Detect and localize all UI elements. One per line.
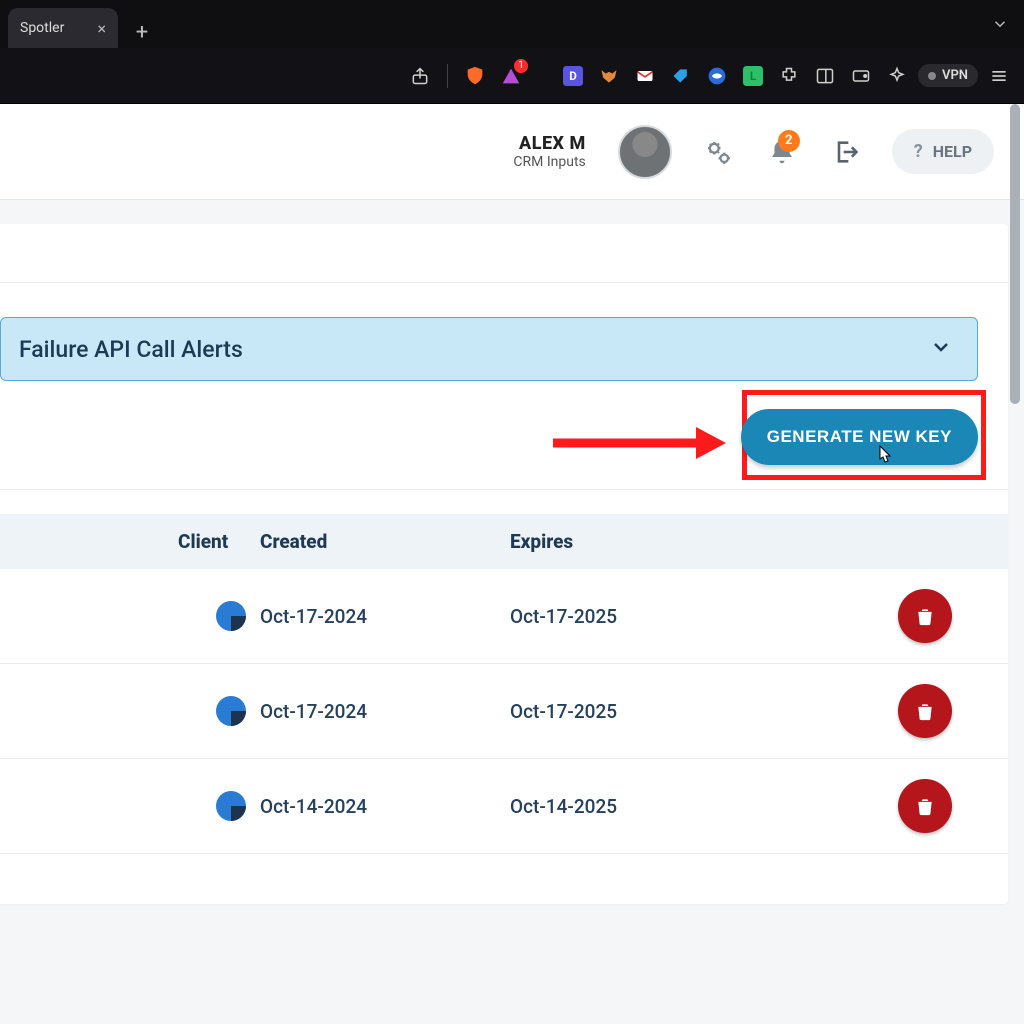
client-icon (214, 694, 248, 728)
tabs-overflow-button[interactable] (984, 0, 1016, 48)
table-header: Client Created Expires (0, 514, 1008, 569)
browser-chrome: Spotler × + 1 D L VPN (0, 0, 1024, 104)
share-icon[interactable] (405, 61, 435, 91)
delete-button[interactable] (898, 684, 952, 738)
vpn-label: VPN (942, 68, 968, 83)
toolbar-separator (447, 64, 448, 88)
generate-row: GENERATE NEW KEY (0, 381, 1008, 490)
new-tab-button[interactable]: + (126, 16, 158, 48)
trash-icon (915, 605, 935, 627)
vpn-status-dot (928, 72, 936, 80)
ext-d-icon[interactable]: D (558, 61, 588, 91)
expires-cell: Oct-17-2025 (510, 700, 898, 723)
created-cell: Oct-17-2024 (260, 605, 510, 628)
table-row: Oct-17-2024 Oct-17-2025 (0, 664, 1008, 759)
svg-text:L: L (750, 69, 757, 83)
extensions-icon[interactable] (774, 61, 804, 91)
api-keys-table: Client Created Expires Oct-17-2024 Oct-1… (0, 514, 1008, 854)
wallet-icon[interactable] (846, 61, 876, 91)
annotation-arrow (548, 423, 728, 463)
settings-icon[interactable] (700, 134, 736, 170)
chevron-down-icon (929, 335, 953, 363)
notification-icon[interactable]: 2 (764, 134, 800, 170)
expires-cell: Oct-14-2025 (510, 795, 898, 818)
expires-cell: Oct-17-2025 (510, 605, 898, 628)
shield-icon[interactable] (460, 61, 490, 91)
client-icon (214, 599, 248, 633)
user-block: ALEX M CRM Inputs (513, 133, 585, 170)
page: ALEX M CRM Inputs 2 ? HELP Failure API C… (0, 104, 1024, 1024)
user-subtitle: CRM Inputs (513, 154, 585, 170)
ext-l-icon[interactable]: L (738, 61, 768, 91)
client-cell (0, 599, 260, 633)
generate-new-key-button[interactable]: GENERATE NEW KEY (741, 409, 978, 465)
sidepanel-icon[interactable] (810, 61, 840, 91)
card-body: Failure API Call Alerts GENERATE NEW KEY (0, 282, 1008, 854)
ext-fox-icon[interactable] (594, 61, 624, 91)
collapse-panel[interactable]: Failure API Call Alerts (0, 317, 978, 381)
logout-icon[interactable] (828, 134, 864, 170)
created-cell: Oct-17-2024 (260, 700, 510, 723)
generate-label: GENERATE NEW KEY (767, 427, 952, 446)
ext-mail-icon[interactable] (630, 61, 660, 91)
sparkle-icon[interactable] (882, 61, 912, 91)
created-cell: Oct-14-2024 (260, 795, 510, 818)
tab-title: Spotler (20, 20, 64, 36)
scrollbar[interactable] (1008, 104, 1022, 1024)
browser-tab[interactable]: Spotler × (8, 8, 118, 48)
app-header: ALEX M CRM Inputs 2 ? HELP (0, 104, 1024, 200)
triangle-ext-icon[interactable]: 1 (496, 61, 526, 91)
client-cell (0, 789, 260, 823)
hamburger-icon[interactable] (984, 61, 1014, 91)
delete-button[interactable] (898, 589, 952, 643)
user-name: ALEX M (513, 133, 585, 154)
close-icon[interactable]: × (97, 19, 106, 38)
settings-card: Failure API Call Alerts GENERATE NEW KEY (0, 224, 1008, 904)
question-icon: ? (914, 141, 923, 162)
trash-icon (915, 700, 935, 722)
table-row: Oct-14-2024 Oct-14-2025 (0, 759, 1008, 854)
tab-strip: Spotler × + (0, 0, 1024, 48)
svg-text:D: D (569, 69, 577, 83)
avatar[interactable] (618, 125, 672, 179)
vpn-button[interactable]: VPN (918, 64, 978, 87)
th-client: Client (0, 530, 260, 553)
content: Failure API Call Alerts GENERATE NEW KEY (0, 224, 1024, 904)
collapse-title: Failure API Call Alerts (19, 336, 243, 363)
scrollbar-thumb[interactable] (1010, 104, 1020, 404)
th-expires: Expires (510, 530, 898, 553)
table-row: Oct-17-2024 Oct-17-2025 (0, 569, 1008, 664)
ext-badge: 1 (514, 59, 528, 73)
trash-icon (915, 795, 935, 817)
th-created: Created (260, 530, 510, 553)
client-icon (214, 789, 248, 823)
notification-badge: 2 (778, 130, 800, 152)
ext-swirl-icon[interactable] (702, 61, 732, 91)
help-label: HELP (933, 142, 972, 161)
client-cell (0, 694, 260, 728)
browser-toolbar: 1 D L VPN (0, 48, 1024, 104)
delete-button[interactable] (898, 779, 952, 833)
help-button[interactable]: ? HELP (892, 129, 994, 174)
ext-tag-icon[interactable] (666, 61, 696, 91)
cursor-pointer-icon (874, 444, 894, 473)
